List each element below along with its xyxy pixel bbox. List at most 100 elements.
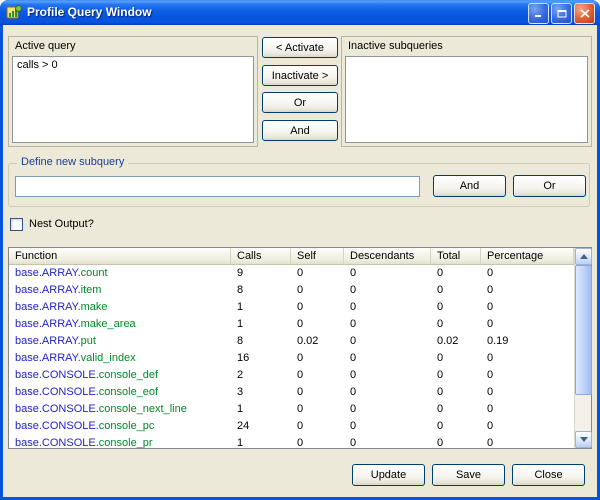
- percentage-cell: 0: [481, 435, 574, 448]
- nest-output-label[interactable]: Nest Output?: [29, 218, 94, 231]
- table-row[interactable]: base.CONSOLE.console_eof 3 0 0 0 0: [9, 384, 574, 401]
- function-feature: console_pc: [99, 420, 155, 432]
- table-row[interactable]: base.CONSOLE.console_next_line 1 0 0 0 0: [9, 401, 574, 418]
- minimize-button[interactable]: [528, 3, 549, 24]
- calls-cell: 8: [231, 333, 291, 350]
- vertical-scrollbar[interactable]: [574, 248, 591, 448]
- table-row[interactable]: base.CONSOLE.console_pr 1 0 0 0 0: [9, 435, 574, 448]
- window-title: Profile Query Window: [27, 5, 152, 19]
- inactive-subqueries-label: Inactive subqueries: [348, 40, 443, 52]
- inactive-subqueries-list[interactable]: [345, 56, 588, 143]
- update-button[interactable]: Update: [352, 464, 425, 486]
- table-row[interactable]: base.CONSOLE.console_def 2 0 0 0 0: [9, 367, 574, 384]
- column-header-calls[interactable]: Calls: [231, 248, 291, 264]
- self-cell: 0: [291, 418, 344, 435]
- subquery-input[interactable]: [15, 176, 420, 197]
- table-row[interactable]: base.CONSOLE.console_pc 24 0 0 0 0: [9, 418, 574, 435]
- function-feature: make: [81, 301, 108, 313]
- total-cell: 0: [431, 367, 481, 384]
- total-cell: 0: [431, 299, 481, 316]
- column-header-self[interactable]: Self: [291, 248, 344, 264]
- function-class-path: base.ARRAY.: [15, 301, 81, 313]
- function-cell: base.ARRAY.put: [9, 333, 231, 350]
- scroll-thumb[interactable]: [575, 265, 592, 395]
- descendants-cell: 0: [344, 299, 431, 316]
- descendants-cell: 0: [344, 367, 431, 384]
- self-cell: 0: [291, 401, 344, 418]
- descendants-cell: 0: [344, 418, 431, 435]
- table-row[interactable]: base.ARRAY.item 8 0 0 0 0: [9, 282, 574, 299]
- function-class-path: base.ARRAY.: [15, 352, 81, 364]
- titlebar[interactable]: Profile Query Window: [0, 0, 600, 25]
- inactive-subqueries-panel: Inactive subqueries: [341, 36, 592, 147]
- scroll-up-button[interactable]: [575, 248, 592, 265]
- column-header-percentage[interactable]: Percentage: [481, 248, 574, 264]
- scroll-track[interactable]: [575, 265, 592, 431]
- total-cell: 0: [431, 418, 481, 435]
- subquery-and-button[interactable]: And: [433, 175, 506, 197]
- self-cell: 0: [291, 282, 344, 299]
- self-cell: 0: [291, 384, 344, 401]
- subquery-or-button[interactable]: Or: [513, 175, 586, 197]
- calls-cell: 1: [231, 401, 291, 418]
- calls-cell: 2: [231, 367, 291, 384]
- function-feature: item: [81, 284, 102, 296]
- function-class-path: base.ARRAY.: [15, 335, 81, 347]
- total-cell: 0: [431, 384, 481, 401]
- profile-query-window: Profile Query Window Active query calls …: [0, 0, 600, 500]
- total-cell: 0: [431, 350, 481, 367]
- calls-cell: 9: [231, 265, 291, 282]
- descendants-cell: 0: [344, 350, 431, 367]
- column-header-total[interactable]: Total: [431, 248, 481, 264]
- percentage-cell: 0: [481, 282, 574, 299]
- define-subquery-group: Define new subquery And Or: [8, 163, 590, 207]
- close-button[interactable]: [574, 3, 595, 24]
- table-row[interactable]: base.ARRAY.valid_index 16 0 0 0 0: [9, 350, 574, 367]
- function-class-path: base.CONSOLE.: [15, 386, 99, 398]
- active-query-list[interactable]: calls > 0: [12, 56, 254, 143]
- percentage-cell: 0: [481, 299, 574, 316]
- table-row[interactable]: base.ARRAY.count 9 0 0 0 0: [9, 265, 574, 282]
- nest-output-checkbox[interactable]: [10, 218, 23, 231]
- active-query-panel: Active query calls > 0: [8, 36, 258, 147]
- percentage-cell: 0: [481, 418, 574, 435]
- self-cell: 0: [291, 350, 344, 367]
- function-cell: base.CONSOLE.console_pr: [9, 435, 231, 448]
- descendants-cell: 0: [344, 265, 431, 282]
- activate-button[interactable]: < Activate: [262, 37, 338, 58]
- self-cell: 0: [291, 435, 344, 448]
- maximize-icon: [557, 9, 567, 18]
- save-button[interactable]: Save: [432, 464, 505, 486]
- calls-cell: 1: [231, 435, 291, 448]
- column-header-function[interactable]: Function: [9, 248, 231, 264]
- and-button[interactable]: And: [262, 120, 338, 141]
- function-feature: count: [81, 267, 108, 279]
- table-row[interactable]: base.ARRAY.put 8 0.02 0 0.02 0.19: [9, 333, 574, 350]
- function-cell: base.CONSOLE.console_next_line: [9, 401, 231, 418]
- table-row[interactable]: base.ARRAY.make_area 1 0 0 0 0: [9, 316, 574, 333]
- column-header-descendants[interactable]: Descendants: [344, 248, 431, 264]
- table-body: base.ARRAY.count 9 0 0 0 0 base.ARRAY.it…: [9, 265, 574, 448]
- table-row[interactable]: base.ARRAY.make 1 0 0 0 0: [9, 299, 574, 316]
- total-cell: 0: [431, 316, 481, 333]
- dialog-close-button[interactable]: Close: [512, 464, 585, 486]
- or-button[interactable]: Or: [262, 92, 338, 113]
- maximize-button[interactable]: [551, 3, 572, 24]
- function-feature: put: [81, 335, 96, 347]
- total-cell: 0: [431, 401, 481, 418]
- active-query-label: Active query: [15, 40, 76, 52]
- scroll-down-button[interactable]: [575, 431, 592, 448]
- function-cell: base.CONSOLE.console_pc: [9, 418, 231, 435]
- calls-cell: 24: [231, 418, 291, 435]
- self-cell: 0: [291, 316, 344, 333]
- function-feature: console_pr: [99, 437, 153, 448]
- percentage-cell: 0: [481, 265, 574, 282]
- active-query-item[interactable]: calls > 0: [13, 57, 253, 74]
- percentage-cell: 0: [481, 316, 574, 333]
- calls-cell: 16: [231, 350, 291, 367]
- self-cell: 0: [291, 265, 344, 282]
- inactivate-button[interactable]: Inactivate >: [262, 65, 338, 86]
- function-cell: base.ARRAY.count: [9, 265, 231, 282]
- function-cell: base.ARRAY.make: [9, 299, 231, 316]
- function-cell: base.ARRAY.make_area: [9, 316, 231, 333]
